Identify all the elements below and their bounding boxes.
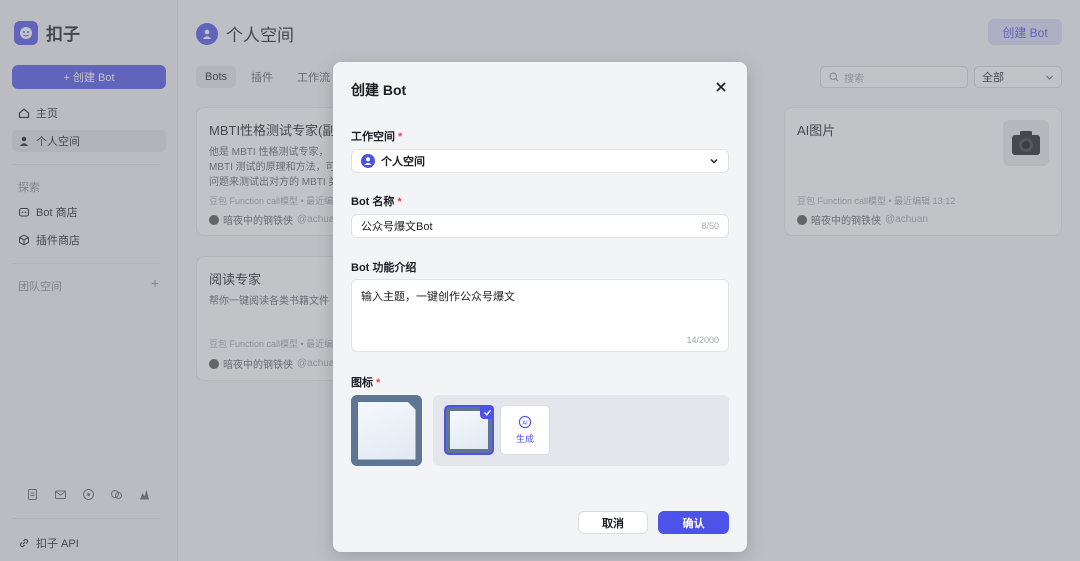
- icon-option-selected[interactable]: [444, 405, 494, 455]
- checkmark-icon: [480, 405, 494, 419]
- bot-name-input[interactable]: 公众号爆文Bot 8/50: [351, 214, 729, 238]
- bot-description-value: 输入主题，一键创作公众号爆文: [361, 291, 515, 303]
- required-mark: *: [398, 131, 403, 143]
- confirm-button[interactable]: 确认: [658, 511, 729, 534]
- ai-badge: AI: [522, 420, 528, 426]
- required-mark: *: [376, 377, 381, 389]
- bot-icon-preview: [351, 395, 422, 466]
- required-mark: *: [397, 196, 402, 208]
- bot-description-textarea[interactable]: 输入主题，一键创作公众号爆文 14/2000: [351, 279, 729, 352]
- person-icon: [361, 154, 375, 168]
- bot-name-counter: 8/50: [701, 221, 719, 231]
- workspace-label-text: 工作空间: [351, 131, 395, 143]
- document-icon: [357, 401, 416, 460]
- bot-description-label: Bot 功能介绍: [351, 262, 417, 274]
- bot-name-value: 公众号爆文Bot: [361, 221, 433, 233]
- icon-label-text: 图标: [351, 377, 373, 389]
- bot-name-label-text: Bot 名称: [351, 196, 395, 208]
- chevron-down-icon: [710, 159, 718, 164]
- workspace-label: 工作空间 *: [351, 128, 402, 144]
- dialog-title: 创建 Bot: [351, 82, 407, 98]
- workspace-select[interactable]: 个人空间: [351, 149, 729, 173]
- cancel-button[interactable]: 取消: [578, 511, 648, 534]
- ai-sparkle-icon: AI: [518, 415, 532, 429]
- bot-name-label: Bot 名称 *: [351, 193, 402, 209]
- icon-options-panel: AI 生成: [433, 395, 729, 466]
- ai-generate-label: 生成: [515, 434, 534, 444]
- bot-description-counter: 14/2000: [686, 335, 719, 345]
- create-bot-dialog: 创建 Bot 工作空间 * 个人空间 Bot 名称 * 公众号爆文Bot 8/50 …: [333, 62, 747, 552]
- workspace-select-value: 个人空间: [381, 156, 425, 168]
- icon-label: 图标 *: [351, 374, 380, 390]
- ai-generate-icon-button[interactable]: AI 生成: [500, 405, 550, 455]
- close-icon[interactable]: [715, 81, 727, 93]
